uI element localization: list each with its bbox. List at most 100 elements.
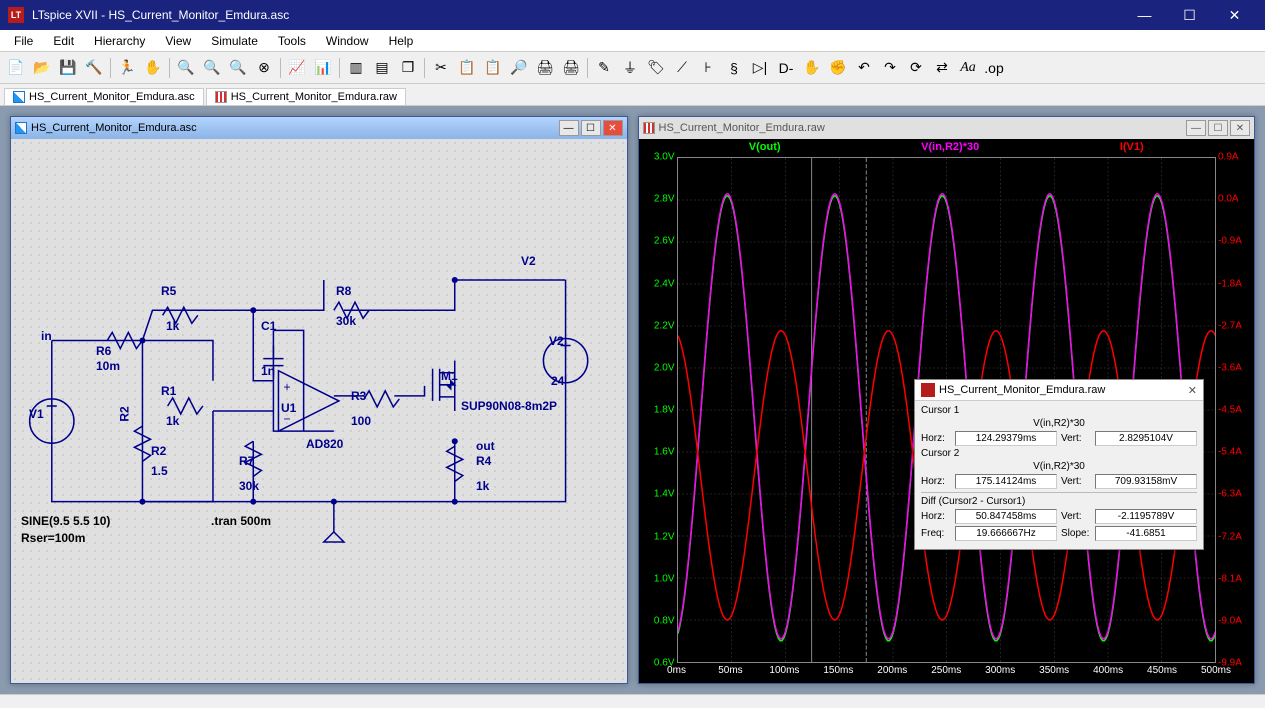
undo-icon[interactable]: ↶ — [852, 56, 876, 80]
r7-value[interactable]: 30k — [239, 479, 259, 493]
r7-label[interactable]: R7 — [239, 454, 254, 468]
menu-simulate[interactable]: Simulate — [201, 32, 268, 50]
autorange-icon[interactable]: 📈 — [285, 56, 309, 80]
paste-icon[interactable]: 📋 — [481, 56, 505, 80]
c1-label[interactable]: C1 — [261, 319, 276, 333]
zoom-pan-icon[interactable]: 🔍 — [200, 56, 224, 80]
cursor-close-icon[interactable]: ✕ — [1188, 384, 1197, 397]
cursor-readout-window[interactable]: HS_Current_Monitor_Emdura.raw ✕ Cursor 1… — [914, 379, 1204, 550]
ground-icon[interactable]: ⏚ — [618, 56, 642, 80]
rser-directive[interactable]: Rser=100m — [21, 531, 85, 545]
capacitor-icon[interactable]: ⊦ — [696, 56, 720, 80]
tran-directive[interactable]: .tran 500m — [211, 514, 271, 528]
cursor-window-titlebar[interactable]: HS_Current_Monitor_Emdura.raw ✕ — [915, 380, 1203, 401]
drag-icon[interactable]: ✊ — [826, 56, 850, 80]
run-icon[interactable]: 🏃 — [115, 56, 139, 80]
menu-edit[interactable]: Edit — [43, 32, 84, 50]
r3-value[interactable]: 100 — [351, 414, 371, 428]
diode-icon[interactable]: ▷| — [748, 56, 772, 80]
tile-h-icon[interactable]: ▤ — [370, 56, 394, 80]
zoom-out-icon[interactable]: 🔍 — [226, 56, 250, 80]
u1-label[interactable]: U1 — [281, 401, 296, 415]
tile-v-icon[interactable]: ▥ — [344, 56, 368, 80]
close-button[interactable]: ✕ — [1212, 0, 1257, 30]
r4-label[interactable]: R4 — [476, 454, 491, 468]
redo-icon[interactable]: ↷ — [878, 56, 902, 80]
m1-value[interactable]: SUP90N08-8m2P — [461, 399, 557, 413]
open-icon[interactable]: 📂 — [30, 56, 54, 80]
r5-label[interactable]: R5 — [161, 284, 176, 298]
waveform-window-titlebar[interactable]: HS_Current_Monitor_Emdura.raw — ☐ ✕ — [639, 117, 1255, 139]
schematic-window-titlebar[interactable]: HS_Current_Monitor_Emdura.asc — ☐ ✕ — [11, 117, 627, 139]
schematic-canvas[interactable]: + − — [11, 139, 627, 683]
c1-value[interactable]: 1n — [261, 364, 275, 378]
r6-label[interactable]: R6 — [96, 344, 111, 358]
zoom-in-icon[interactable]: 🔍 — [174, 56, 198, 80]
copy-icon[interactable]: 📋 — [455, 56, 479, 80]
r1-label[interactable]: R1 — [161, 384, 176, 398]
menu-tools[interactable]: Tools — [268, 32, 316, 50]
menu-view[interactable]: View — [155, 32, 201, 50]
net-in-label[interactable]: in — [41, 329, 52, 343]
r8-value[interactable]: 30k — [336, 314, 356, 328]
maximize-button[interactable]: ☐ — [1167, 0, 1212, 30]
child-maximize-button[interactable]: ☐ — [1208, 120, 1228, 136]
wire-icon[interactable]: ✎ — [592, 56, 616, 80]
save-icon[interactable]: 💾 — [56, 56, 80, 80]
diff-slope-value[interactable]: -41.6851 — [1095, 526, 1197, 541]
menu-file[interactable]: File — [4, 32, 43, 50]
cursor2-horz-value[interactable]: 175.14124ms — [955, 474, 1057, 489]
tab-waveform[interactable]: HS_Current_Monitor_Emdura.raw — [206, 88, 406, 105]
diff-freq-value[interactable]: 19.666667Hz — [955, 526, 1057, 541]
rotate-icon[interactable]: ⟳ — [904, 56, 928, 80]
r2-value[interactable]: 1.5 — [151, 464, 168, 478]
diff-horz-value[interactable]: 50.847458ms — [955, 509, 1057, 524]
text-icon[interactable]: Aa — [956, 56, 980, 80]
component-icon[interactable]: D- — [774, 56, 798, 80]
hammer-icon[interactable]: 🔨 — [82, 56, 106, 80]
trace-iv1-label[interactable]: I(V1) — [1120, 141, 1144, 153]
trace-vinr2-label[interactable]: V(in,R2)*30 — [921, 141, 979, 153]
menu-hierarchy[interactable]: Hierarchy — [84, 32, 155, 50]
r6-value[interactable]: 10m — [96, 359, 120, 373]
r2-label2[interactable]: R2 — [151, 444, 166, 458]
resistor-icon[interactable]: ⟋ — [670, 56, 694, 80]
r8-label[interactable]: R8 — [336, 284, 351, 298]
find-icon[interactable]: 🔎 — [507, 56, 531, 80]
net-out-label[interactable]: out — [476, 439, 495, 453]
zoom-fit-icon[interactable]: ⊗ — [252, 56, 276, 80]
tab-schematic[interactable]: HS_Current_Monitor_Emdura.asc — [4, 88, 204, 105]
y-axis-left[interactable]: 3.0V2.8V2.6V2.4V2.2V2.0V1.8V1.6V1.4V1.2V… — [639, 157, 677, 663]
v2-label[interactable]: V2 — [549, 334, 564, 348]
x-axis[interactable]: 0ms50ms100ms150ms200ms250ms300ms350ms400… — [677, 663, 1217, 683]
add-trace-icon[interactable]: 📊 — [311, 56, 335, 80]
r1-value[interactable]: 1k — [166, 414, 179, 428]
waveform-canvas[interactable]: V(out) V(in,R2)*30 I(V1) 3.0V2.8V2.6V2.4… — [639, 139, 1255, 683]
v2-net-label[interactable]: V2 — [521, 254, 536, 268]
spice-directive-icon[interactable]: .op — [982, 56, 1006, 80]
m1-label[interactable]: M1 — [441, 369, 458, 383]
child-minimize-button[interactable]: — — [559, 120, 579, 136]
trace-vout-label[interactable]: V(out) — [749, 141, 781, 153]
sine-directive[interactable]: SINE(9.5 5.5 10) — [21, 514, 110, 528]
halt-icon[interactable]: ✋ — [141, 56, 165, 80]
v2-value[interactable]: 24 — [551, 374, 564, 388]
y-axis-right[interactable]: 0.9A0.0A-0.9A-1.8A-2.7A-3.6A-4.5A-5.4A-6… — [1216, 157, 1254, 663]
inductor-icon[interactable]: § — [722, 56, 746, 80]
new-schematic-icon[interactable]: 📄 — [4, 56, 28, 80]
cursor1-vert-value[interactable]: 2.8295104V — [1095, 431, 1197, 446]
cut-icon[interactable]: ✂ — [429, 56, 453, 80]
v1-label[interactable]: V1 — [29, 407, 44, 421]
cursor2-vert-value[interactable]: 709.93158mV — [1095, 474, 1197, 489]
r2-label[interactable]: R2 — [118, 406, 132, 421]
minimize-button[interactable]: — — [1122, 0, 1167, 30]
diff-vert-value[interactable]: -2.1195789V — [1095, 509, 1197, 524]
mirror-icon[interactable]: ⇄ — [930, 56, 954, 80]
print-setup-icon[interactable]: 🖨 — [559, 56, 583, 80]
r5-value[interactable]: 1k — [166, 319, 179, 333]
print-icon[interactable]: 🖨 — [533, 56, 557, 80]
u1-value[interactable]: AD820 — [306, 437, 343, 451]
cascade-icon[interactable]: ❐ — [396, 56, 420, 80]
child-close-button[interactable]: ✕ — [603, 120, 623, 136]
child-minimize-button[interactable]: — — [1186, 120, 1206, 136]
